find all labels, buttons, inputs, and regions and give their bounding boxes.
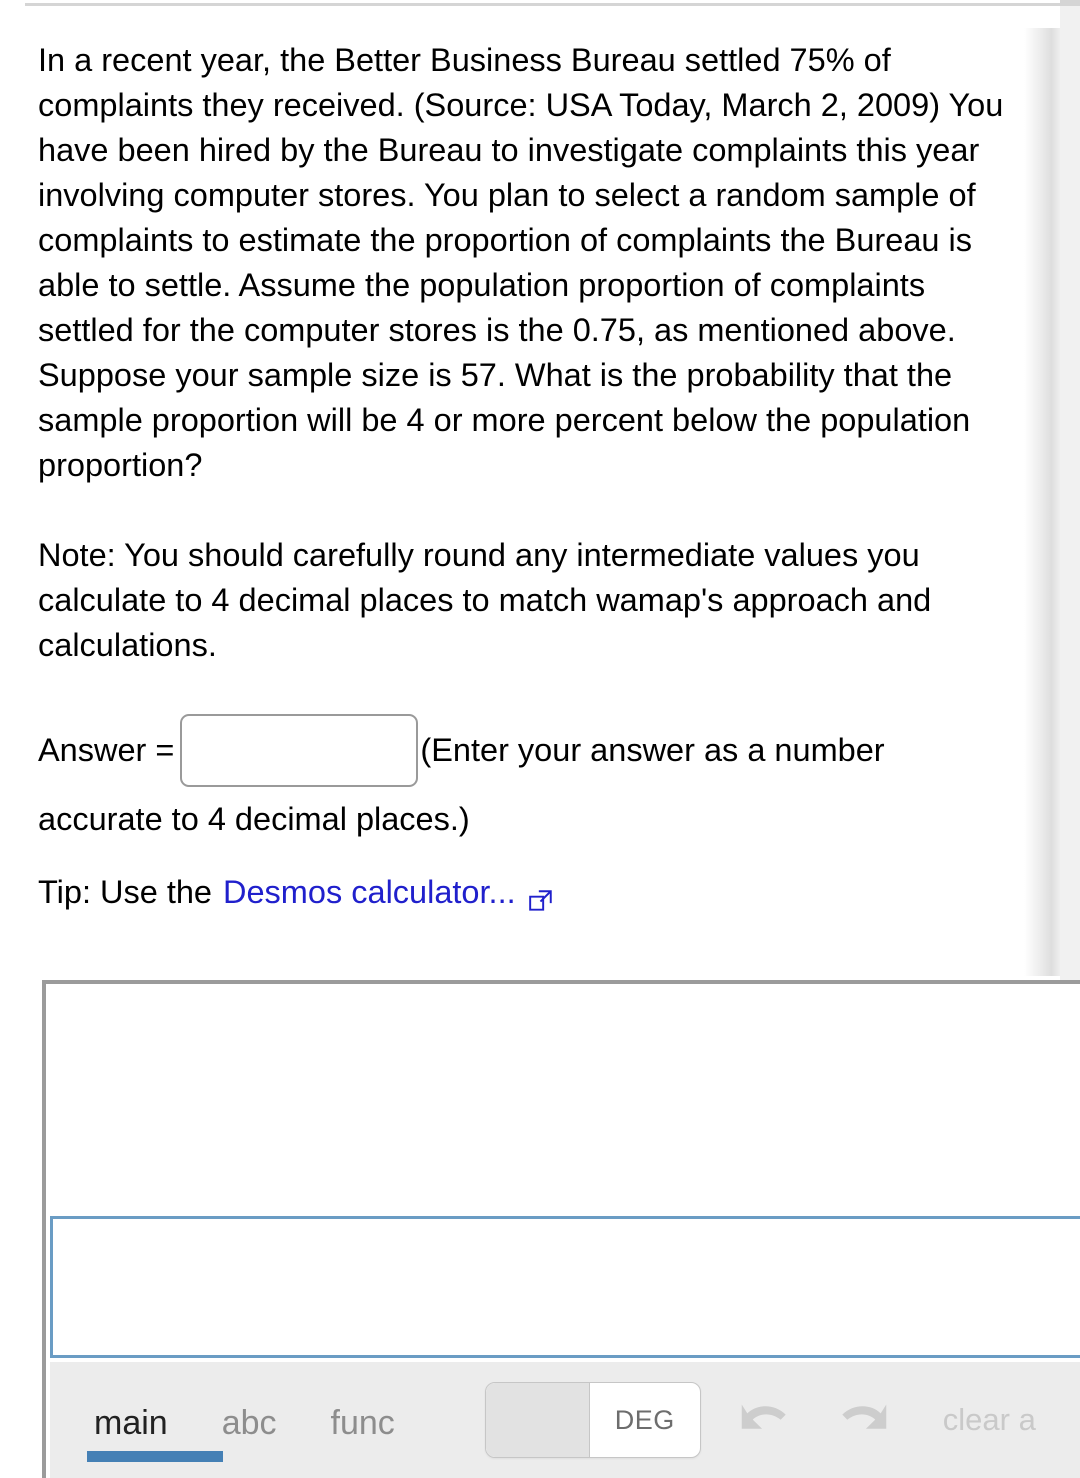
calculator-expression-input[interactable] — [50, 1216, 1080, 1358]
answer-input[interactable] — [180, 714, 419, 787]
question-pane: In a recent year, the Better Business Bu… — [0, 14, 1045, 974]
right-gutter-top — [1060, 0, 1080, 6]
calculator-tab-abc[interactable]: abc — [222, 1362, 277, 1478]
external-link-icon[interactable] — [528, 881, 554, 911]
calculator-tab-main[interactable]: main — [87, 1362, 223, 1478]
angle-toggle-rad-side[interactable] — [485, 1383, 590, 1457]
calculator-history-area[interactable] — [46, 984, 1080, 1212]
answer-row: Answer = (Enter your answer as a number — [38, 714, 1023, 787]
angle-toggle-deg-side[interactable]: DEG — [590, 1383, 700, 1457]
redo-icon[interactable] — [833, 1394, 895, 1446]
calculator-panel: main abc func DEG clear a — [42, 980, 1080, 1478]
question-paragraph-main: In a recent year, the Better Business Bu… — [38, 42, 1013, 483]
answer-hint-line-1: (Enter your answer as a number — [420, 732, 885, 768]
tip-row: Tip: Use the Desmos calculator... — [38, 870, 1023, 915]
question-paragraph-note: Note: You should carefully round any int… — [38, 537, 941, 663]
tip-label: Tip: Use the — [38, 874, 213, 910]
answer-label: Answer = — [38, 732, 175, 768]
answer-hint-line-2: accurate to 4 decimal places.) — [38, 801, 470, 837]
undo-icon[interactable] — [733, 1394, 795, 1446]
calculator-tab-func[interactable]: func — [331, 1362, 395, 1478]
calculator-toolbar: main abc func DEG clear a — [50, 1362, 1080, 1478]
clear-all-button[interactable]: clear a — [943, 1402, 1036, 1438]
desmos-calculator-link[interactable]: Desmos calculator... — [212, 870, 516, 915]
top-divider — [25, 3, 1080, 6]
angle-unit-toggle[interactable]: DEG — [484, 1382, 701, 1458]
